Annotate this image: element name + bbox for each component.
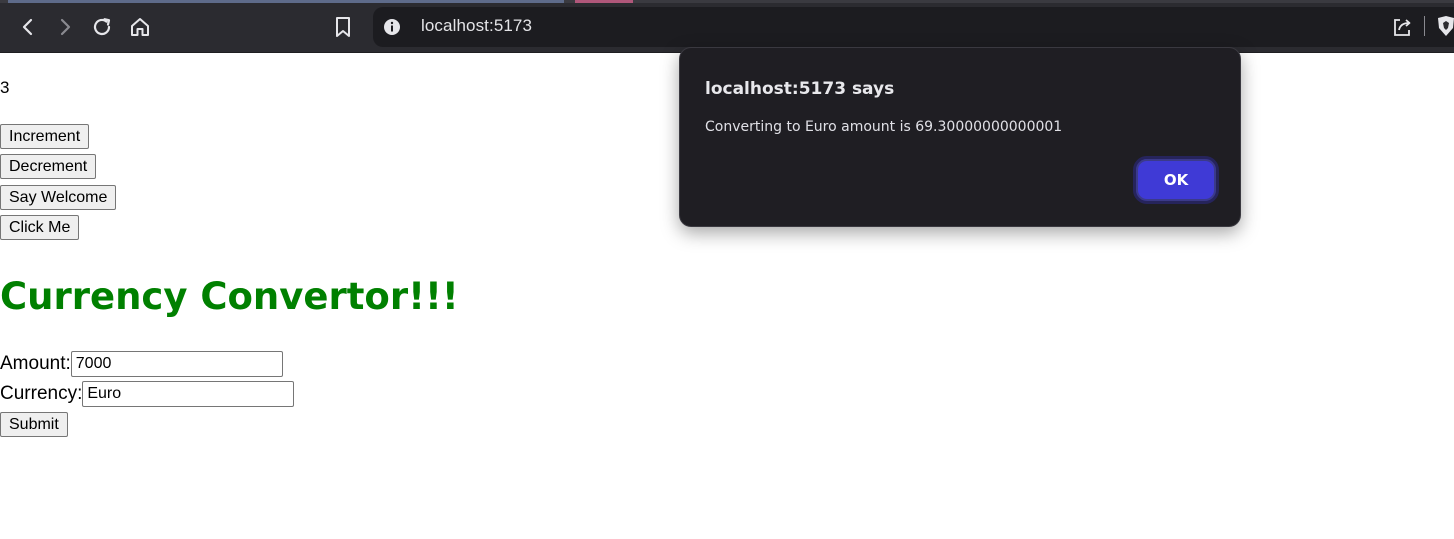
amount-row: Amount:	[0, 351, 283, 377]
say-welcome-button[interactable]: Say Welcome	[0, 185, 117, 210]
reload-icon	[93, 18, 111, 36]
submit-button[interactable]: Submit	[0, 412, 68, 437]
alert-dialog: localhost:5173 says Converting to Euro a…	[679, 47, 1241, 227]
address-bar[interactable]: localhost:5173	[373, 7, 1454, 47]
share-icon[interactable]	[1390, 15, 1414, 39]
page-title: Currency Convertor!!!	[0, 275, 459, 318]
reload-button[interactable]	[88, 13, 116, 41]
dialog-title: localhost:5173 says	[705, 79, 895, 99]
decrement-button[interactable]: Decrement	[0, 154, 97, 179]
home-icon	[131, 18, 149, 36]
info-icon[interactable]	[383, 18, 401, 36]
currency-input[interactable]	[82, 381, 295, 407]
tab-indicator[interactable]	[575, 0, 633, 3]
counter-value: 3	[0, 78, 10, 97]
bookmark-icon	[336, 17, 350, 37]
amount-label: Amount:	[0, 353, 71, 374]
back-button[interactable]	[14, 13, 42, 41]
browser-toolbar: localhost:5173	[0, 0, 1454, 53]
active-tab-indicator[interactable]	[8, 0, 564, 3]
dialog-message: Converting to Euro amount is 69.30000000…	[705, 119, 1063, 135]
ok-button[interactable]: OK	[1133, 156, 1219, 204]
increment-button[interactable]: Increment	[0, 124, 90, 149]
click-me-button[interactable]: Click Me	[0, 215, 80, 240]
home-button[interactable]	[126, 13, 154, 41]
back-icon	[22, 18, 33, 36]
tab-strip	[0, 0, 1454, 3]
forward-icon	[60, 18, 71, 36]
brave-shield-icon[interactable]	[1436, 15, 1454, 37]
url-text[interactable]: localhost:5173	[421, 16, 532, 36]
forward-button[interactable]	[51, 13, 79, 41]
toolbar-divider	[1424, 16, 1425, 36]
bookmark-button[interactable]	[329, 13, 357, 41]
currency-label: Currency:	[0, 383, 83, 404]
amount-input[interactable]	[70, 351, 283, 377]
currency-row: Currency:	[0, 381, 295, 407]
